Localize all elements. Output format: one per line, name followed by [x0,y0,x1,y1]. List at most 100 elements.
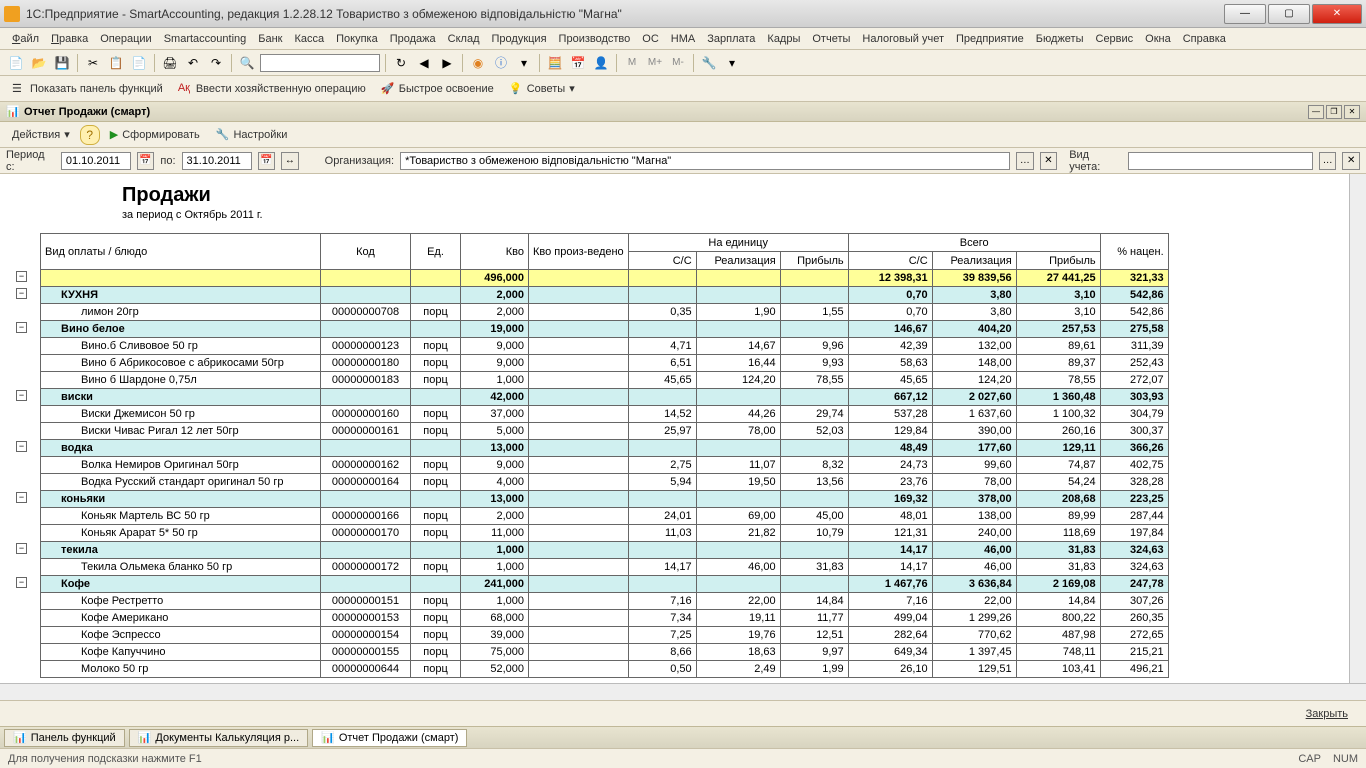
menu-сервис[interactable]: Сервис [1090,31,1140,47]
table-row[interactable]: Вино белое 19,000 146,67 404,20 257,53 2… [41,321,1169,338]
menu-продукция[interactable]: Продукция [486,31,553,47]
m-plus-button[interactable]: M+ [645,53,665,73]
maximize-button[interactable]: ▢ [1268,4,1310,24]
redo-icon[interactable]: ↷ [206,53,226,73]
doc-restore-button[interactable]: ❐ [1326,105,1342,119]
table-row[interactable]: водка 13,000 48,49 177,60 129,11 366,26 [41,440,1169,457]
tree-toggle[interactable]: − [16,390,27,401]
table-row[interactable]: виски 42,000 667,12 2 027,60 1 360,48 30… [41,389,1169,406]
table-row[interactable]: Вино б Шардоне 0,75л 00000000183 порц 1,… [41,372,1169,389]
table-row[interactable]: Коньяк Мартель ВС 50 гр 00000000166 порц… [41,508,1169,525]
m-button[interactable]: M [622,53,642,73]
back-icon[interactable]: ◀ [414,53,434,73]
table-row[interactable]: Кофе Рестретто 00000000151 порц 1,000 7,… [41,593,1169,610]
report-scroll[interactable]: Продажи за период с Октябрь 2011 г. −−−−… [0,174,1349,683]
journal-entry-button[interactable]: Ақ Ввести хозяйственную операцию [172,79,372,99]
view-input[interactable] [1128,152,1313,170]
menu-зарплата[interactable]: Зарплата [701,31,761,47]
actions-menu-button[interactable]: Действия ▾ [6,125,76,145]
menu-покупка[interactable]: Покупка [330,31,384,47]
menu-правка[interactable]: Правка [45,31,94,47]
tree-toggle[interactable]: − [16,441,27,452]
calendar-icon[interactable]: 📅 [568,53,588,73]
tree-toggle[interactable]: − [16,271,27,282]
date-from-input[interactable] [61,152,131,170]
table-row[interactable]: Коньяк Арарат 5* 50 гр 00000000170 порц … [41,525,1169,542]
menu-налоговый учет[interactable]: Налоговый учет [856,31,950,47]
menu-касса[interactable]: Касса [288,31,330,47]
calc-icon[interactable]: 🧮 [545,53,565,73]
tools-icon[interactable]: 🔧 [699,53,719,73]
doc-close-button[interactable]: ✕ [1344,105,1360,119]
menu-справка[interactable]: Справка [1177,31,1232,47]
table-row[interactable]: Кофе Эспрессо 00000000154 порц 39,000 7,… [41,627,1169,644]
menu-бюджеты[interactable]: Бюджеты [1030,31,1090,47]
table-row[interactable]: коньяки 13,000 169,32 378,00 208,68 223,… [41,491,1169,508]
tools-dropdown-icon[interactable]: ▾ [722,53,742,73]
table-row[interactable]: Виски Джемисон 50 гр 00000000160 порц 37… [41,406,1169,423]
task-button[interactable]: 📊Документы Калькуляция р... [129,729,308,747]
close-link[interactable]: Закрыть [1298,706,1356,722]
user-icon[interactable]: 👤 [591,53,611,73]
menu-продажа[interactable]: Продажа [384,31,442,47]
print-icon[interactable]: 🖨 [160,53,180,73]
table-row[interactable]: Молоко 50 гр 00000000644 порц 52,000 0,5… [41,661,1169,678]
table-row[interactable]: КУХНЯ 2,000 0,70 3,80 3,10 542,86 [41,287,1169,304]
view-select-button[interactable]: … [1319,152,1337,170]
table-row[interactable]: Вино.б Сливовое 50 гр 00000000123 порц 9… [41,338,1169,355]
view-clear-button[interactable]: ✕ [1342,152,1360,170]
close-button[interactable]: ✕ [1312,4,1362,24]
open-icon[interactable]: 📂 [29,53,49,73]
generate-button[interactable]: ▶ Сформировать [104,125,206,145]
date-from-calendar-button[interactable]: 📅 [137,152,155,170]
search-icon[interactable]: 🔍 [237,53,257,73]
save-icon[interactable]: 💾 [52,53,72,73]
date-to-input[interactable] [182,152,252,170]
table-row[interactable]: Кофе Капуччино 00000000155 порц 75,000 8… [41,644,1169,661]
horizontal-scrollbar[interactable] [0,683,1366,700]
cut-icon[interactable]: ✂ [83,53,103,73]
help-icon[interactable]: ? [80,125,100,145]
table-row[interactable]: Кофе Американо 00000000153 порц 68,000 7… [41,610,1169,627]
quick-start-button[interactable]: 🚀 Быстрое освоение [375,79,500,99]
menu-производство[interactable]: Производство [553,31,637,47]
menu-предприятие[interactable]: Предприятие [950,31,1030,47]
new-icon[interactable]: 📄 [6,53,26,73]
tips-button[interactable]: 💡 Советы ▾ [503,79,581,99]
tree-toggle[interactable]: − [16,322,27,333]
tree-toggle[interactable]: − [16,492,27,503]
table-row[interactable]: лимон 20гр 00000000708 порц 2,000 0,35 1… [41,304,1169,321]
tree-toggle[interactable]: − [16,288,27,299]
info-icon[interactable]: ⓘ [491,53,511,73]
task-button[interactable]: 📊Панель функций [4,729,125,747]
m-minus-button[interactable]: M- [668,53,688,73]
settings-button[interactable]: 🔧 Настройки [210,125,294,145]
menu-кадры[interactable]: Кадры [761,31,806,47]
minimize-button[interactable]: — [1224,4,1266,24]
vertical-scrollbar[interactable] [1349,174,1366,683]
refresh-icon[interactable]: ↻ [391,53,411,73]
org-select-button[interactable]: … [1016,152,1034,170]
table-row[interactable]: текила 1,000 14,17 46,00 31,83 324,63 [41,542,1169,559]
dropdown-icon[interactable]: ▾ [514,53,534,73]
undo-icon[interactable]: ↶ [183,53,203,73]
forward-icon[interactable]: ▶ [437,53,457,73]
menu-склад[interactable]: Склад [442,31,486,47]
menu-smartaccounting[interactable]: Smartaccounting [158,31,253,47]
menu-операции[interactable]: Операции [94,31,157,47]
menu-отчеты[interactable]: Отчеты [806,31,856,47]
copy-icon[interactable]: 📋 [106,53,126,73]
tree-toggle[interactable]: − [16,543,27,554]
table-row[interactable]: Водка Русский стандарт оригинал 50 гр 00… [41,474,1169,491]
table-row[interactable]: Вино б Абрикосовое с абрикосами 50гр 000… [41,355,1169,372]
paste-icon[interactable]: 📄 [129,53,149,73]
menu-нма[interactable]: НМА [665,31,701,47]
search-input[interactable] [260,54,380,72]
tree-toggle[interactable]: − [16,577,27,588]
period-select-button[interactable]: ↔ [281,152,299,170]
menu-файл[interactable]: Файл [6,31,45,47]
org-input[interactable] [400,152,1010,170]
table-row[interactable]: Виски Чивас Ригал 12 лет 50гр 0000000016… [41,423,1169,440]
table-row[interactable]: Кофе 241,000 1 467,76 3 636,84 2 169,08 … [41,576,1169,593]
doc-minimize-button[interactable]: — [1308,105,1324,119]
